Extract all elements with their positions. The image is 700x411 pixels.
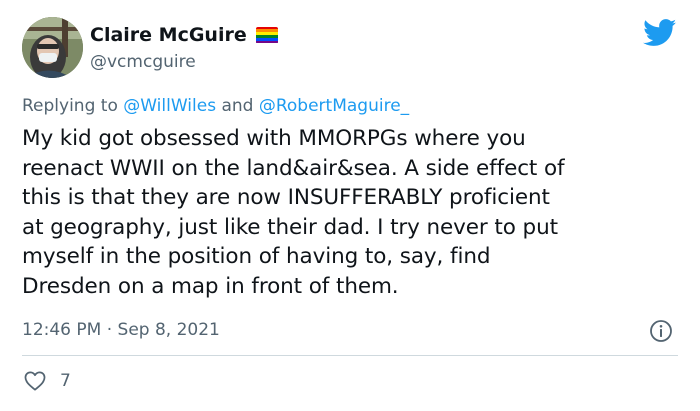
author-name-text[interactable]: Claire McGuire — [90, 24, 247, 46]
tweet-line: reenact WWII on the land&air&sea. A side… — [22, 155, 565, 181]
heart-icon — [24, 371, 46, 391]
author-name[interactable]: Claire McGuire — [90, 24, 278, 46]
author-handle[interactable]: @vcmcguire — [90, 52, 196, 72]
tweet-text: My kid got obsessed with MMORPGs where y… — [22, 124, 682, 301]
tweet-line: myself in the position of having to, say… — [22, 244, 491, 269]
like-button[interactable]: 7 — [24, 371, 71, 391]
tweet-card: Claire McGuire @vcmcguire Replying to @W… — [0, 0, 700, 411]
reply-context: Replying to @WillWiles and @RobertMaguir… — [22, 96, 409, 116]
tweet-timestamp[interactable]: 12:46 PM · Sep 8, 2021 — [22, 320, 220, 340]
twitter-bird-icon[interactable] — [643, 19, 677, 47]
reply-joiner: and — [216, 96, 259, 116]
tweet-line: at geography, just like their dad. I try… — [22, 214, 558, 240]
divider — [22, 355, 678, 356]
tweet-line: this is that they are now INSUFFERABLY p… — [22, 185, 550, 210]
mention-willwiles[interactable]: @WillWiles — [123, 96, 216, 116]
tweet-line: Dresden on a map in front of them. — [22, 273, 399, 299]
avatar[interactable] — [22, 17, 83, 78]
like-count: 7 — [60, 371, 71, 391]
reply-prefix: Replying to — [22, 96, 124, 116]
rainbow-flag-icon — [255, 26, 278, 44]
mention-robertmaguire[interactable]: @RobertMaguire_ — [259, 96, 409, 116]
info-icon[interactable] — [649, 319, 673, 343]
tweet-line: My kid got obsessed with MMORPGs where y… — [22, 126, 526, 151]
